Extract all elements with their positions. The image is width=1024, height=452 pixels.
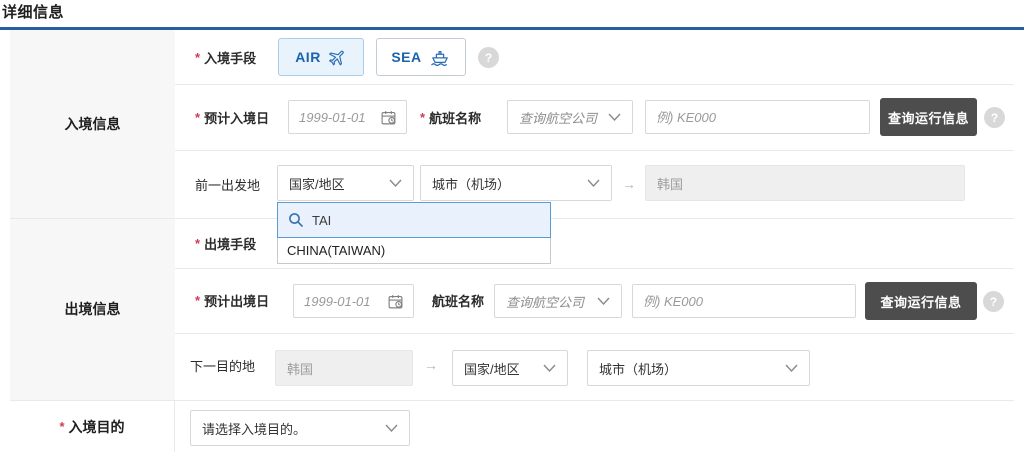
entry-method-air-button[interactable]: AIR	[278, 38, 364, 76]
departure-flight-no-input[interactable]	[633, 285, 855, 317]
country-search-dropdown: CHINA(TAIWAN)	[277, 202, 551, 264]
row-divider	[175, 268, 1014, 269]
entry-search-schedule-button[interactable]: 查询运行信息	[880, 98, 977, 136]
chevron-down-icon	[389, 179, 402, 187]
required-mark: *	[195, 293, 201, 308]
required-mark: *	[420, 109, 426, 125]
prev-city-select[interactable]: 城市（机场）	[420, 165, 612, 201]
required-mark: *	[195, 235, 201, 251]
arrow-icon: →	[622, 176, 636, 192]
prev-departure-label: 前一出发地	[195, 177, 261, 193]
entry-method-sea-button[interactable]: SEA	[376, 38, 466, 76]
chevron-down-icon	[385, 424, 398, 432]
arrival-place-field: 韩国	[645, 165, 965, 201]
country-search-box	[277, 202, 551, 238]
chevron-down-icon	[587, 179, 600, 187]
airplane-icon	[328, 48, 347, 67]
entry-date-input[interactable]	[289, 101, 380, 133]
departure-flight-label: 航班名称	[432, 294, 485, 309]
arrow-icon: →	[424, 357, 438, 373]
row-divider	[175, 150, 1014, 151]
chevron-down-icon	[608, 113, 621, 121]
section-entry-info: 入境信息	[64, 116, 121, 132]
country-option-china-taiwan[interactable]: CHINA(TAIWAN)	[277, 238, 551, 264]
entry-flight-no-field	[645, 100, 870, 134]
departure-flight-help-icon[interactable]: ?	[983, 291, 1004, 312]
required-mark: *	[195, 49, 201, 65]
departure-date-label: * 预计出境日	[195, 293, 270, 309]
next-destination-label: 下一目的地	[190, 358, 256, 374]
air-button-label: AIR	[295, 49, 321, 65]
calendar-icon[interactable]	[387, 293, 404, 310]
entry-flight-help-icon[interactable]: ?	[984, 107, 1005, 128]
entry-date-label: * 预计入境日	[195, 109, 270, 126]
chevron-down-icon	[543, 364, 556, 372]
entry-flight-no-input[interactable]	[646, 101, 869, 133]
required-mark: *	[59, 419, 65, 434]
entry-date-field	[288, 100, 407, 134]
departure-date-field	[293, 284, 414, 318]
chevron-down-icon	[597, 297, 610, 305]
entry-method-help-icon[interactable]: ?	[478, 47, 499, 68]
section-entry-purpose: * 入境目的	[10, 401, 175, 452]
search-icon	[288, 212, 304, 228]
required-mark: *	[195, 109, 201, 125]
entry-purpose-select[interactable]: 请选择入境目的。	[190, 410, 410, 446]
calendar-icon[interactable]	[380, 109, 397, 126]
departure-method-label: * 出境手段	[195, 235, 257, 252]
page-title: 详细信息	[2, 4, 65, 21]
entry-airline-select[interactable]: 查询航空公司	[507, 100, 633, 134]
section-column: 入境信息 出境信息	[10, 30, 175, 400]
next-city-select[interactable]: 城市（机场）	[587, 350, 810, 386]
departure-date-input[interactable]	[294, 285, 387, 317]
ship-icon	[429, 48, 451, 66]
entry-method-label: * 入境手段	[195, 49, 257, 66]
entry-flight-label: * 航班名称	[420, 109, 482, 126]
sea-button-label: SEA	[391, 49, 422, 65]
country-search-input[interactable]	[312, 212, 540, 228]
section-departure-info: 出境信息	[64, 301, 121, 317]
prev-country-select[interactable]: 国家/地区	[277, 165, 414, 201]
next-country-select[interactable]: 国家/地区	[452, 350, 568, 386]
origin-place-field: 韩国	[275, 350, 413, 386]
row-divider	[175, 333, 1014, 334]
departure-flight-no-field	[632, 284, 856, 318]
row-divider	[175, 84, 1014, 85]
departure-search-schedule-button[interactable]: 查询运行信息	[865, 282, 977, 320]
detail-info-page: 详细信息 入境信息 出境信息 * 入境手段 AIR SEA ? * 预计入境日 …	[0, 0, 1024, 452]
departure-airline-select[interactable]: 查询航空公司	[494, 284, 622, 318]
chevron-down-icon	[785, 364, 798, 372]
